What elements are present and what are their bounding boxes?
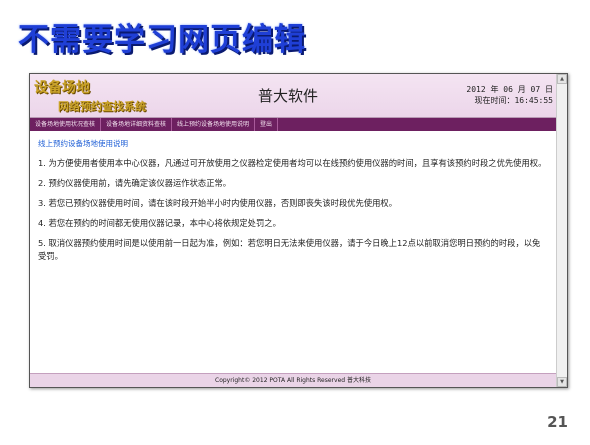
- scroll-down-icon[interactable]: ▼: [557, 377, 567, 387]
- nav-item-booking-instructions[interactable]: 线上预约设备场地使用说明: [172, 118, 256, 131]
- nav-item-detail-lookup[interactable]: 设备场地详细资料查核: [101, 118, 173, 131]
- rule-item: 1. 为方便使用者使用本中心仪器，凡通过可开放使用之仪器检定使用者均可以在线预约…: [38, 158, 547, 168]
- nav-item-usage-status[interactable]: 设备场地使用状况查核: [30, 118, 102, 131]
- rule-item: 4. 若您在预约的时间都无使用仪器记录，本中心将依规定处罚之。: [38, 218, 281, 228]
- nav-bar: 设备场地使用状况查核 设备场地详细资料查核 线上预约设备场地使用说明 登出: [30, 118, 556, 131]
- site-footer: Copyright© 2012 POTA All Rights Reserved…: [30, 373, 556, 387]
- system-name: 普大软件: [258, 87, 319, 105]
- rule-item: 5. 取消仪器预约使用时间是以使用前一日起为准，例如：若您明日无法来使用仪器，请…: [38, 238, 541, 261]
- rule-item: 3. 若您已预约仪器使用时间，请在该时段开始半小时内使用仪器，否则即丧失该时段优…: [38, 198, 398, 208]
- site-logo-line1: 设备场地: [34, 80, 90, 96]
- date-time-display: 2012 年 06 月 07 日 现在时间：16:45:55: [466, 84, 553, 106]
- section-title: 线上预约设备场地使用说明: [38, 139, 128, 148]
- site-header: 设备场地 网络预约查找系统 普大软件 2012 年 06 月 07 日 现在时间…: [30, 74, 556, 118]
- content-area: 线上预约设备场地使用说明 1. 为方便使用者使用本中心仪器，凡通过可开放使用之仪…: [30, 132, 556, 374]
- scroll-up-icon[interactable]: ▲: [557, 74, 567, 84]
- rule-item: 2. 预约仪器使用前，请先确定该仪器运作状态正常。: [38, 178, 232, 188]
- browser-window: 设备场地 网络预约查找系统 普大软件 2012 年 06 月 07 日 现在时间…: [29, 73, 568, 388]
- nav-item-logout[interactable]: 登出: [255, 118, 279, 131]
- vertical-scrollbar[interactable]: ▲ ▼: [556, 74, 567, 387]
- slide-title: 不需要学习网页编辑: [18, 22, 306, 58]
- site-logo-line2: 网络预约查找系统: [58, 100, 146, 113]
- time-text: 现在时间：16:45:55: [474, 96, 553, 105]
- slide-number: 21: [547, 413, 568, 431]
- date-text: 2012 年 06 月 07 日: [466, 85, 553, 94]
